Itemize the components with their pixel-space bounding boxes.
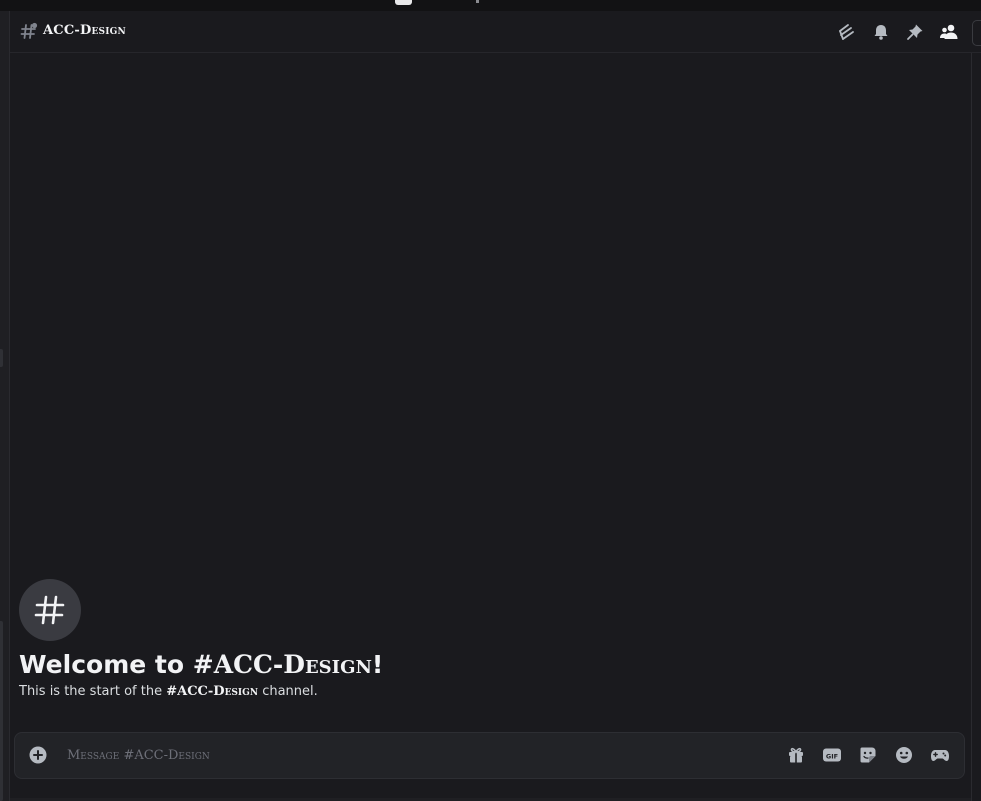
composer-toolbar: GIF: [785, 744, 951, 766]
svg-text:GIF: GIF: [826, 752, 838, 760]
hash-icon: [34, 595, 65, 625]
welcome-heading-suffix: !: [371, 650, 384, 679]
title-strip: [0, 0, 981, 11]
strip-marker: [476, 0, 479, 3]
taskbar-app-icon: [395, 0, 412, 5]
channel-hash-avatar: [19, 579, 81, 641]
gif-icon[interactable]: GIF: [821, 744, 843, 766]
search-box-edge[interactable]: [972, 20, 981, 46]
gift-icon[interactable]: [785, 744, 807, 766]
discord-window: ACC-Design Welcome to #ACC-Design! This …: [0, 0, 981, 801]
welcome-description: This is the start of the #ACC-Design cha…: [19, 684, 383, 699]
members-icon[interactable]: [938, 21, 960, 43]
welcome-heading: Welcome to #ACC-Design!: [19, 650, 383, 682]
left-panel-edge: [0, 11, 10, 801]
welcome-desc-suffix: channel.: [258, 684, 318, 699]
panel-resize-handle[interactable]: [0, 349, 3, 367]
panel-edge-lower: [0, 621, 3, 801]
welcome-desc-prefix: This is the start of the: [19, 684, 167, 699]
apps-icon[interactable]: [929, 744, 951, 766]
threads-icon[interactable]: [836, 21, 858, 43]
scrollbar-track[interactable]: [971, 53, 981, 801]
bell-icon[interactable]: [870, 21, 892, 43]
channel-header: ACC-Design: [10, 11, 981, 53]
channel-welcome: Welcome to #ACC-Design! This is the star…: [19, 579, 383, 699]
welcome-desc-channel: #ACC-Design: [166, 684, 259, 699]
emoji-icon[interactable]: [893, 744, 915, 766]
header-toolbar: [836, 21, 960, 43]
welcome-heading-channel: #ACC-Design: [192, 650, 372, 679]
welcome-heading-prefix: Welcome to: [19, 650, 193, 679]
plus-circle-icon[interactable]: [29, 746, 47, 764]
text-channel-icon: [20, 22, 38, 40]
pin-icon[interactable]: [904, 21, 926, 43]
message-input[interactable]: [67, 744, 767, 766]
channel-title: ACC-Design: [43, 23, 126, 38]
message-composer: GIF: [14, 732, 965, 779]
sticker-icon[interactable]: [857, 744, 879, 766]
